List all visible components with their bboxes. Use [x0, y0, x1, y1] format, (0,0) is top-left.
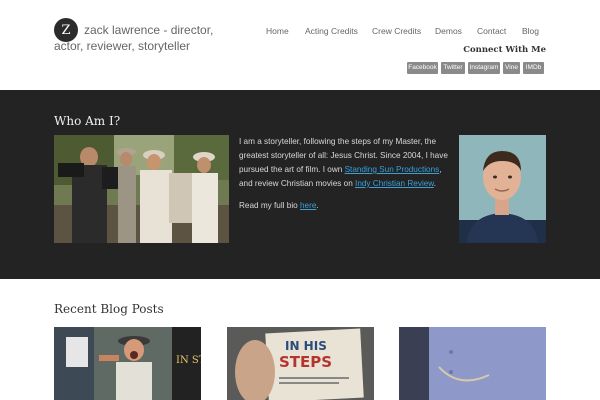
blog-post-thumbnail[interactable]: IN HIS STEPS: [227, 327, 374, 400]
site-header: Z zack lawrence - director, actor, revie…: [0, 0, 600, 90]
full-bio-link[interactable]: here: [300, 201, 316, 210]
standing-sun-link[interactable]: Standing Sun Productions: [345, 165, 440, 174]
read-more-prefix: Read my full bio: [239, 201, 300, 210]
social-imdb[interactable]: IMDb: [523, 62, 544, 74]
thumb2-title-line1: IN HIS: [285, 339, 327, 353]
thumb1-poster-text: IN STE: [176, 355, 201, 366]
connect-heading: Connect With Me: [463, 45, 546, 55]
social-twitter[interactable]: Twitter: [441, 62, 465, 74]
nav-home[interactable]: Home: [266, 26, 289, 36]
indy-christian-review-link[interactable]: Indy Christian Review: [355, 179, 434, 188]
recent-posts-heading: Recent Blog Posts: [54, 302, 164, 316]
read-more-line: Read my full bio here.: [239, 201, 319, 210]
thumb2-title-line2: STEPS: [279, 353, 332, 371]
site-title[interactable]: zack lawrence - director, actor, reviewe…: [54, 22, 239, 54]
nav-blog[interactable]: Blog: [522, 26, 539, 36]
read-more-suffix: .: [316, 201, 319, 210]
nav-acting-credits[interactable]: Acting Credits: [305, 26, 358, 36]
bio-text: I am a storyteller, following the steps …: [239, 135, 449, 191]
social-vine[interactable]: Vine: [503, 62, 520, 74]
social-facebook[interactable]: Facebook: [407, 62, 438, 74]
blog-post-thumbnail[interactable]: [399, 327, 546, 400]
portrait-photo: [459, 135, 546, 243]
social-instagram[interactable]: Instagram: [468, 62, 500, 74]
nav-demos[interactable]: Demos: [435, 26, 462, 36]
nav-contact[interactable]: Contact: [477, 26, 506, 36]
about-heading: Who Am I?: [54, 114, 121, 128]
film-set-photo: [54, 135, 229, 243]
blog-post-thumbnail[interactable]: IN STE: [54, 327, 201, 400]
nav-crew-credits[interactable]: Crew Credits: [372, 26, 421, 36]
bio-end: .: [433, 179, 437, 188]
main-nav: Home Acting Credits Crew Credits Demos C…: [250, 26, 600, 40]
